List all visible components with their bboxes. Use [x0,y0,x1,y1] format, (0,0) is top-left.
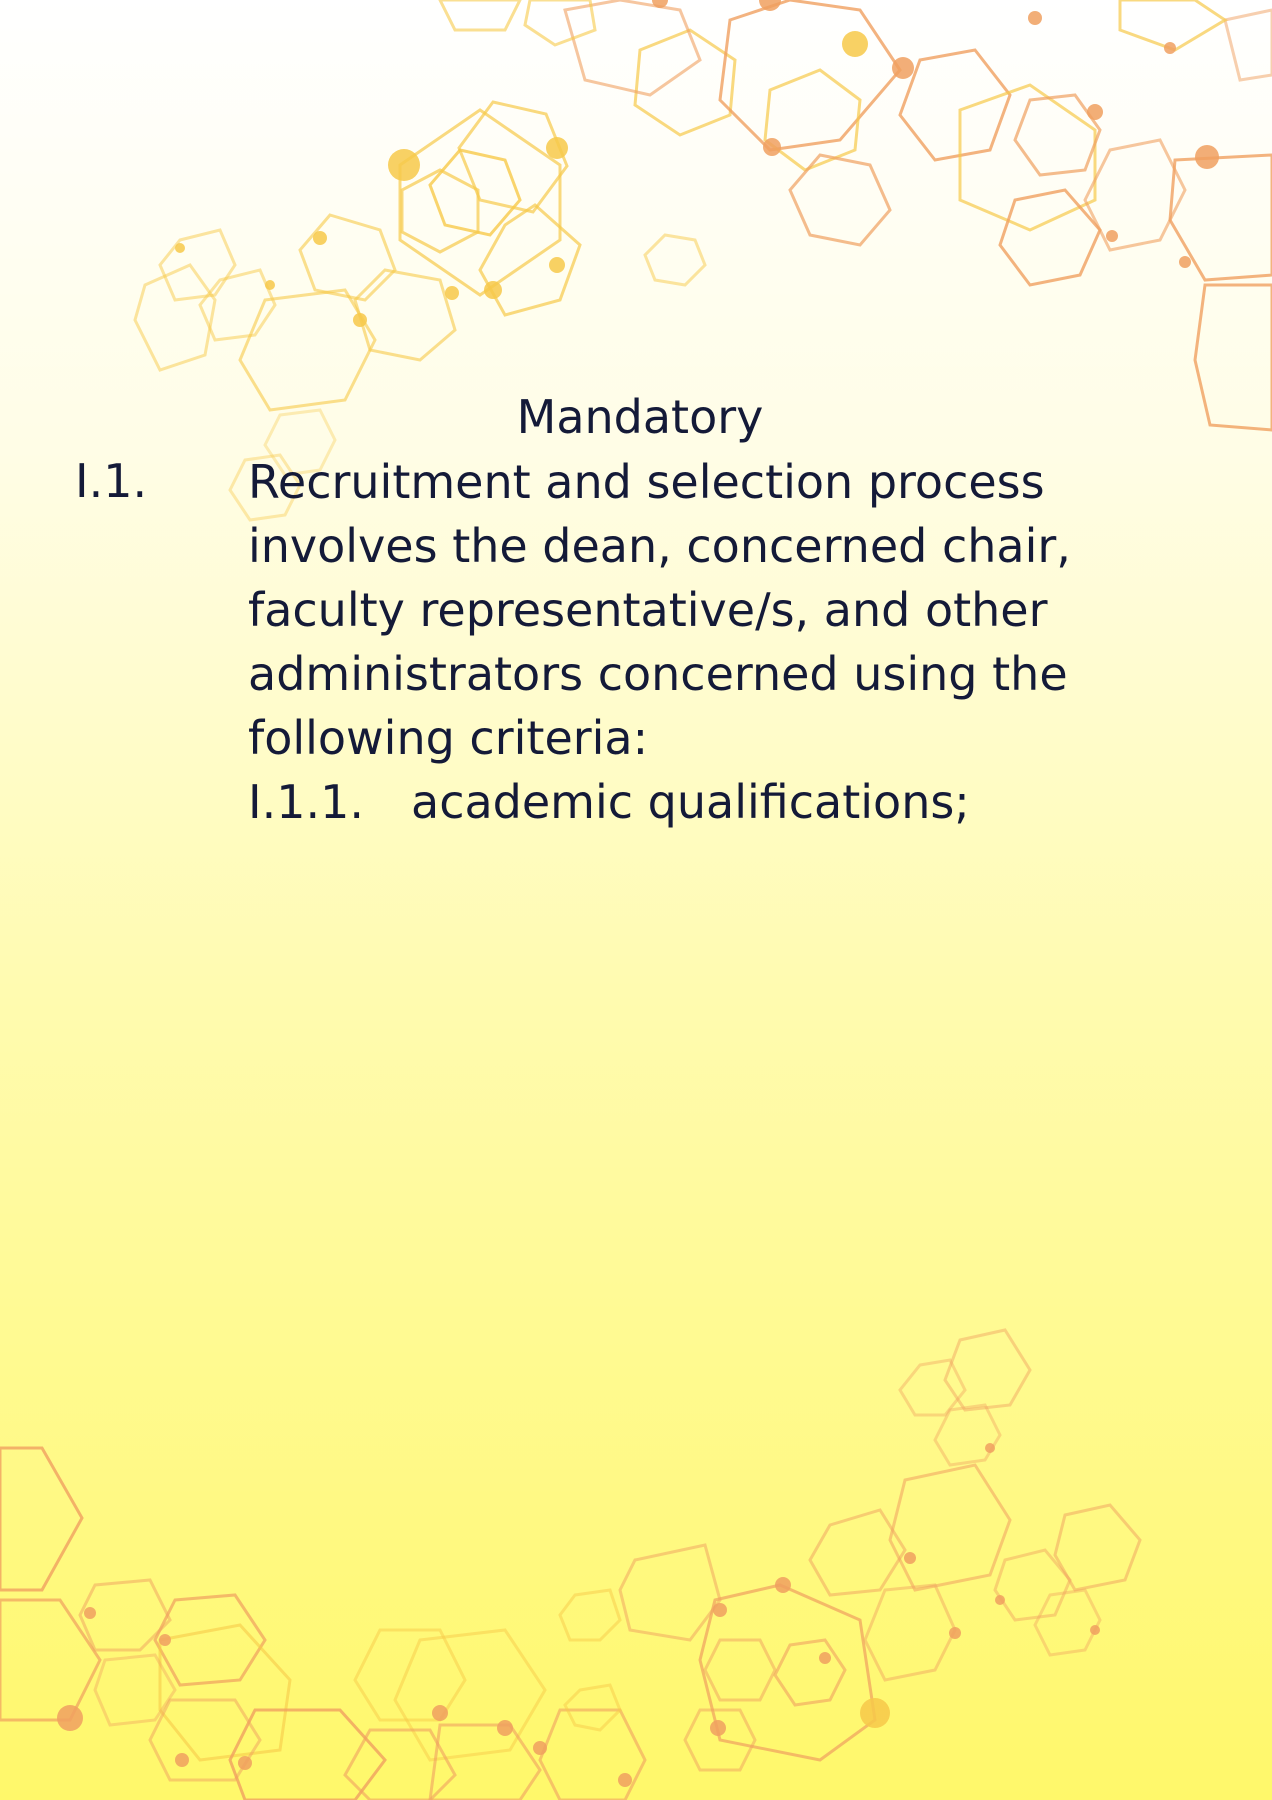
item-text-line: involves the dean, concerned chair, [248,519,1071,573]
document-page: Mandatory I.1. Recruitment and selection… [0,0,1272,1800]
subitem-number: I.1.1. [248,775,364,829]
item-body: Recruitment and selection process involv… [248,450,1148,770]
item-number: I.1. [75,454,148,508]
item-text-line: administrators concerned using the [248,647,1068,701]
item-text-line: faculty representative/s, and other [248,583,1048,637]
section-heading: Mandatory [516,390,764,444]
item-text-line: following criteria: [248,711,649,765]
item-text-line: Recruitment and selection process [248,455,1045,509]
subitem-text: academic qualifications; [411,775,970,829]
